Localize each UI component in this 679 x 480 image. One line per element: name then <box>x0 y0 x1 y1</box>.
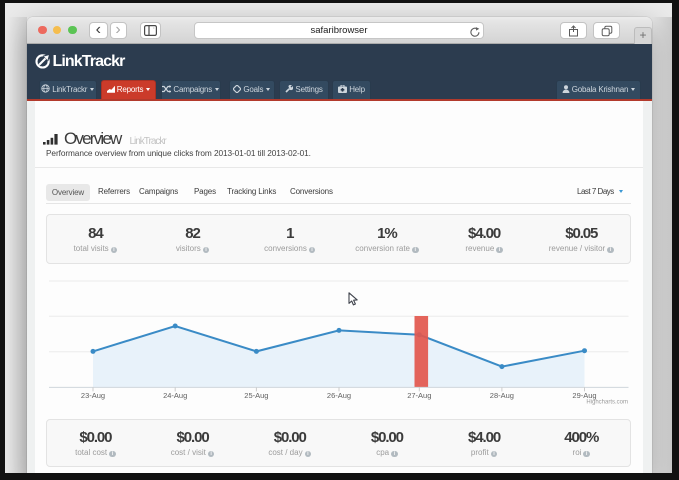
svg-text:26-Aug: 26-Aug <box>326 391 350 400</box>
svg-text:28-Aug: 28-Aug <box>489 391 513 400</box>
svg-text:24-Aug: 24-Aug <box>163 391 187 400</box>
svg-text:23-Aug: 23-Aug <box>80 391 104 400</box>
svg-text:25-Aug: 25-Aug <box>244 391 268 400</box>
svg-text:Highcharts.com: Highcharts.com <box>586 400 628 406</box>
svg-text:27-Aug: 27-Aug <box>407 391 431 400</box>
